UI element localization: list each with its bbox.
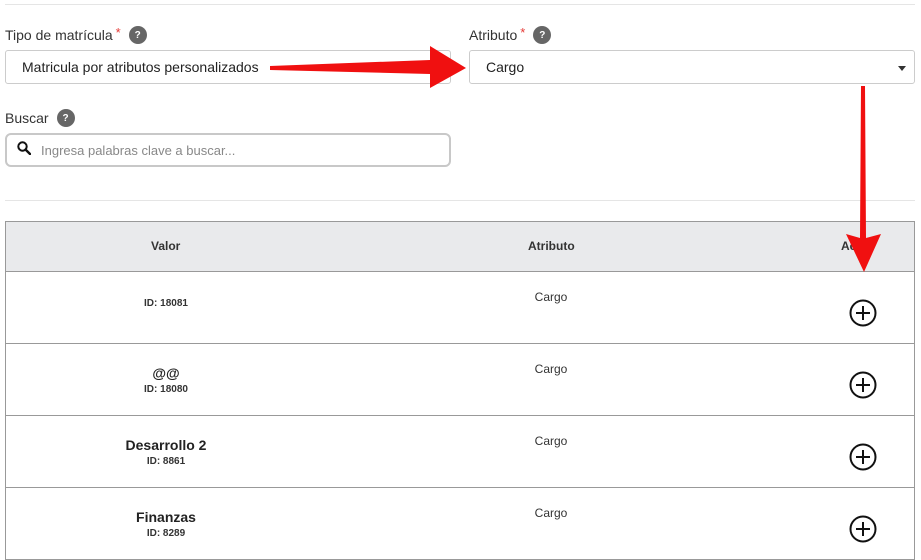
- search-input[interactable]: [39, 141, 423, 159]
- attribute-label: Atributo * ?: [469, 24, 552, 44]
- attribute-value: Cargo: [486, 59, 525, 75]
- add-circle-icon[interactable]: [849, 515, 877, 543]
- row-attribute: Cargo: [534, 362, 568, 376]
- attribute-label-text: Atributo: [469, 27, 518, 43]
- help-icon[interactable]: ?: [56, 109, 75, 127]
- row-attribute: Cargo: [534, 434, 568, 448]
- required-mark: *: [520, 24, 526, 40]
- section-divider: [5, 200, 915, 201]
- row-id: ID: 8289: [146, 528, 186, 539]
- row-attribute: Cargo: [534, 290, 568, 304]
- row-id: ID: 18080: [144, 384, 188, 395]
- table-row: Desarrollo 2 ID: 8861 Cargo: [6, 416, 914, 488]
- table-row: @@ ID: 18080 Cargo: [6, 344, 914, 416]
- header-value: Valor: [151, 239, 181, 253]
- row-id: ID: 18081: [144, 298, 188, 309]
- enrollment-type-value: Matricula por atributos personalizados: [22, 59, 259, 75]
- header-actions: Ac: [841, 239, 857, 253]
- required-mark: *: [115, 24, 121, 40]
- row-value: @@: [152, 365, 180, 381]
- row-id: ID: 8861: [146, 456, 186, 467]
- top-divider: [5, 4, 915, 5]
- add-circle-icon[interactable]: [849, 443, 877, 471]
- search-icon: [17, 140, 32, 160]
- caret-down-icon: [898, 66, 906, 71]
- row-attribute: Cargo: [534, 506, 568, 520]
- row-value: Finanzas: [136, 509, 196, 525]
- search-box: [5, 133, 451, 167]
- add-circle-icon[interactable]: [849, 299, 877, 327]
- help-icon[interactable]: ?: [128, 26, 147, 44]
- table-header: Valor Atributo Ac: [6, 222, 914, 272]
- add-circle-icon[interactable]: [849, 371, 877, 399]
- enrollment-type-select[interactable]: Matricula por atributos personalizados: [5, 50, 451, 84]
- help-icon[interactable]: ?: [533, 26, 552, 44]
- table-row: ID: 18081 Cargo: [6, 272, 914, 344]
- row-value: Desarrollo 2: [125, 437, 207, 453]
- header-attribute: Atributo: [528, 239, 575, 253]
- table-row: Finanzas ID: 8289 Cargo: [6, 488, 914, 559]
- enrollment-type-label-text: Tipo de matrícula: [5, 27, 113, 43]
- attribute-select[interactable]: Cargo: [469, 50, 915, 84]
- values-table: Valor Atributo Ac ID: 18081 Cargo @@ ID:…: [5, 221, 915, 560]
- search-label-text: Buscar: [5, 110, 49, 126]
- enrollment-type-label: Tipo de matrícula * ?: [5, 24, 147, 44]
- search-label: Buscar ?: [5, 109, 75, 127]
